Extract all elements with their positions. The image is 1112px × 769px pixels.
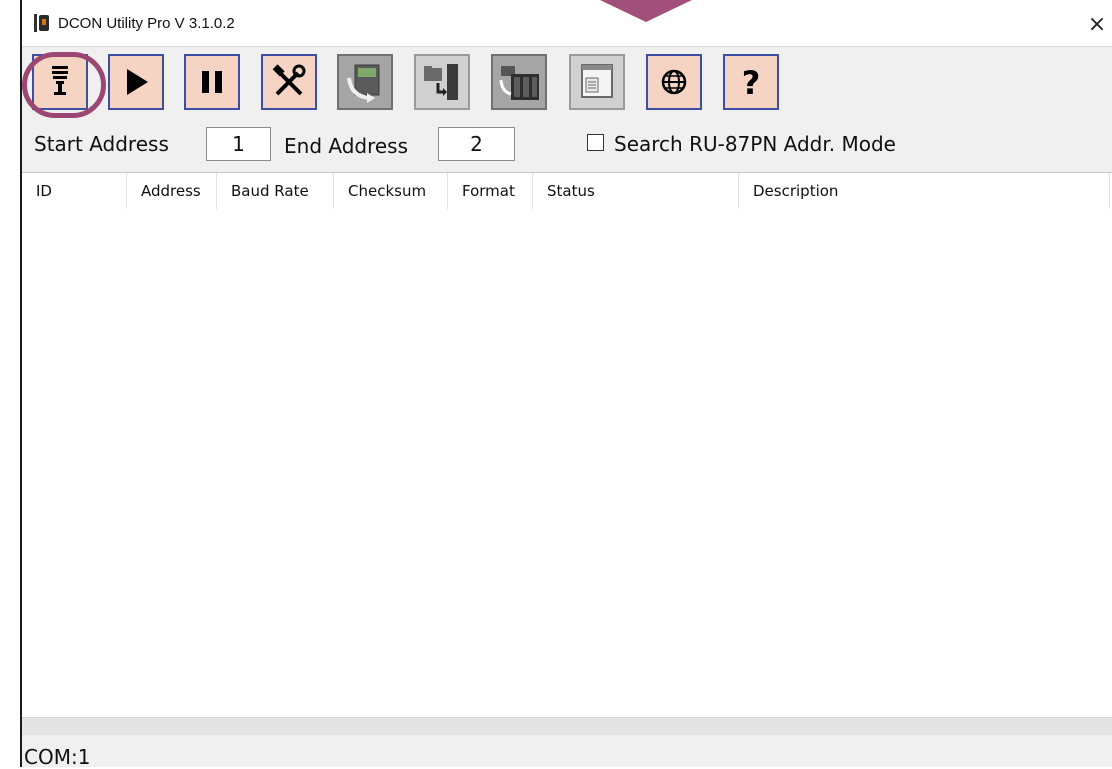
close-icon[interactable]: × [1082,10,1112,40]
svg-text:?: ? [742,64,761,102]
horizontal-scrollbar[interactable] [22,717,1112,736]
question-icon: ? [742,64,761,102]
search-mode-checkbox[interactable] [587,134,604,151]
column-header-format[interactable]: Format [448,173,533,209]
help-button[interactable]: ? [723,54,779,110]
column-header-description[interactable]: Description [739,173,1110,209]
module-list[interactable]: ID Address Baud Rate Checksum Format Sta… [22,172,1112,718]
stop-search-button[interactable] [184,54,240,110]
window-title: DCON Utility Pro V 3.1.0.2 [58,15,235,32]
start-address-field[interactable]: 1 [206,127,271,161]
status-bar: COM:1 [22,735,1112,769]
com-port-settings-button[interactable] [22,52,106,118]
end-address-label: End Address [284,134,409,158]
com-port-status: COM:1 [24,745,91,769]
dat-window-button[interactable] [569,54,625,110]
app-icon [34,14,50,32]
terminal-module-button[interactable] [491,54,547,110]
load-file-button[interactable] [414,54,470,110]
start-address-label: Start Address [34,132,169,156]
start-search-button[interactable] [108,54,164,110]
column-header-checksum[interactable]: Checksum [334,173,448,209]
window-document-icon [581,64,613,98]
module-refresh-icon [347,64,380,103]
search-mode-label: Search RU-87PN Addr. Mode [614,132,896,156]
pause-icon [202,71,222,93]
play-icon [127,69,148,95]
annotation-pointer-arrow [600,0,692,22]
column-header-baud-rate[interactable]: Baud Rate [217,173,334,209]
title-bar: DCON Utility Pro V 3.1.0.2 × [22,0,1112,47]
firmware-update-button[interactable] [337,54,393,110]
tools-icon [272,64,306,96]
language-button[interactable] [646,54,702,110]
column-header-status[interactable]: Status [533,173,739,209]
toolbar: ? Start Address 1 End Address 2 Search R… [22,46,1112,173]
settings-button[interactable] [261,54,317,110]
end-address-field[interactable]: 2 [438,127,515,161]
folder-module-icon [424,64,458,100]
com-port-plug-icon [52,66,68,95]
rack-module-icon [499,66,539,100]
column-header-address[interactable]: Address [127,173,217,209]
column-header-id[interactable]: ID [22,173,127,209]
globe-icon [661,69,687,95]
